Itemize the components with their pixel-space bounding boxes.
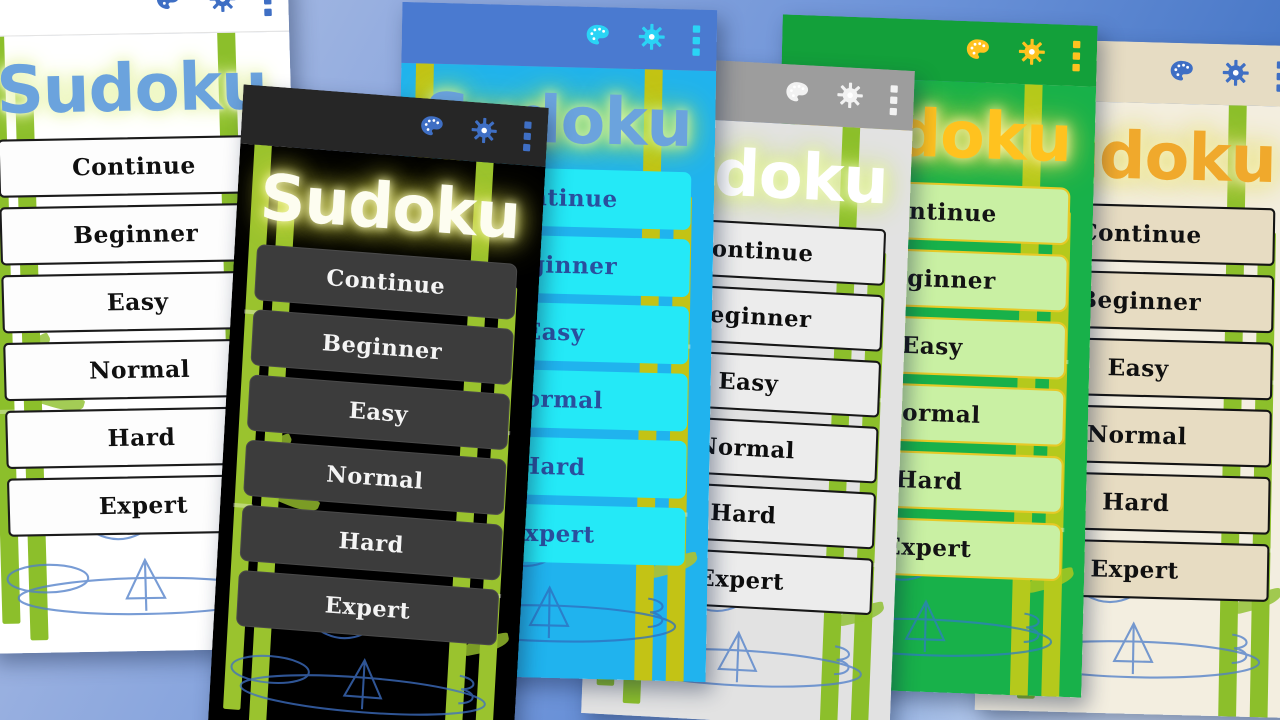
menu-button-continue[interactable]: Continue	[0, 134, 271, 198]
menu-button-expert[interactable]: Expert	[235, 569, 500, 646]
palette-icon[interactable]	[153, 0, 181, 19]
overflow-menu-icon[interactable]	[1072, 40, 1081, 71]
gear-icon[interactable]	[470, 116, 498, 150]
page-title: Sudoku	[258, 159, 522, 254]
gear-icon[interactable]	[208, 0, 236, 18]
overflow-menu-icon[interactable]	[1276, 60, 1280, 92]
menu-button-normal[interactable]: Normal	[243, 439, 507, 516]
main-menu: Continue Beginner Easy Normal Hard Expert	[213, 242, 540, 647]
menu-button-easy[interactable]: Easy	[246, 374, 511, 451]
palette-icon[interactable]	[1167, 57, 1195, 90]
theme-gallery: Sudoku Continue Beginner Easy Normal Hard Exp…	[0, 0, 1280, 720]
menu-button-beginner[interactable]: Beginner	[250, 309, 514, 386]
app-screen: Sudoku Continue Beginner Easy Normal Hard Exp…	[207, 143, 546, 720]
sudoku-app-panel-dark[interactable]: Sudoku Continue Beginner Easy Normal Hard Exp…	[207, 84, 549, 720]
gear-icon[interactable]	[836, 81, 864, 114]
palette-icon[interactable]	[783, 78, 811, 111]
menu-button-beginner[interactable]: Beginner	[0, 202, 273, 266]
app-toolbar	[0, 0, 290, 38]
gear-icon[interactable]	[638, 22, 666, 55]
palette-icon[interactable]	[583, 21, 611, 54]
menu-button-hard[interactable]: Hard	[239, 504, 504, 581]
overflow-menu-icon[interactable]	[522, 120, 532, 151]
overflow-menu-icon[interactable]	[889, 84, 898, 115]
overflow-menu-icon[interactable]	[692, 24, 701, 56]
palette-icon[interactable]	[417, 112, 445, 146]
palette-icon[interactable]	[963, 35, 991, 69]
app-toolbar	[401, 1, 718, 72]
menu-button-continue[interactable]: Continue	[254, 244, 518, 321]
overflow-menu-icon[interactable]	[263, 0, 272, 17]
gear-icon[interactable]	[1222, 58, 1250, 91]
gear-icon[interactable]	[1018, 37, 1046, 71]
